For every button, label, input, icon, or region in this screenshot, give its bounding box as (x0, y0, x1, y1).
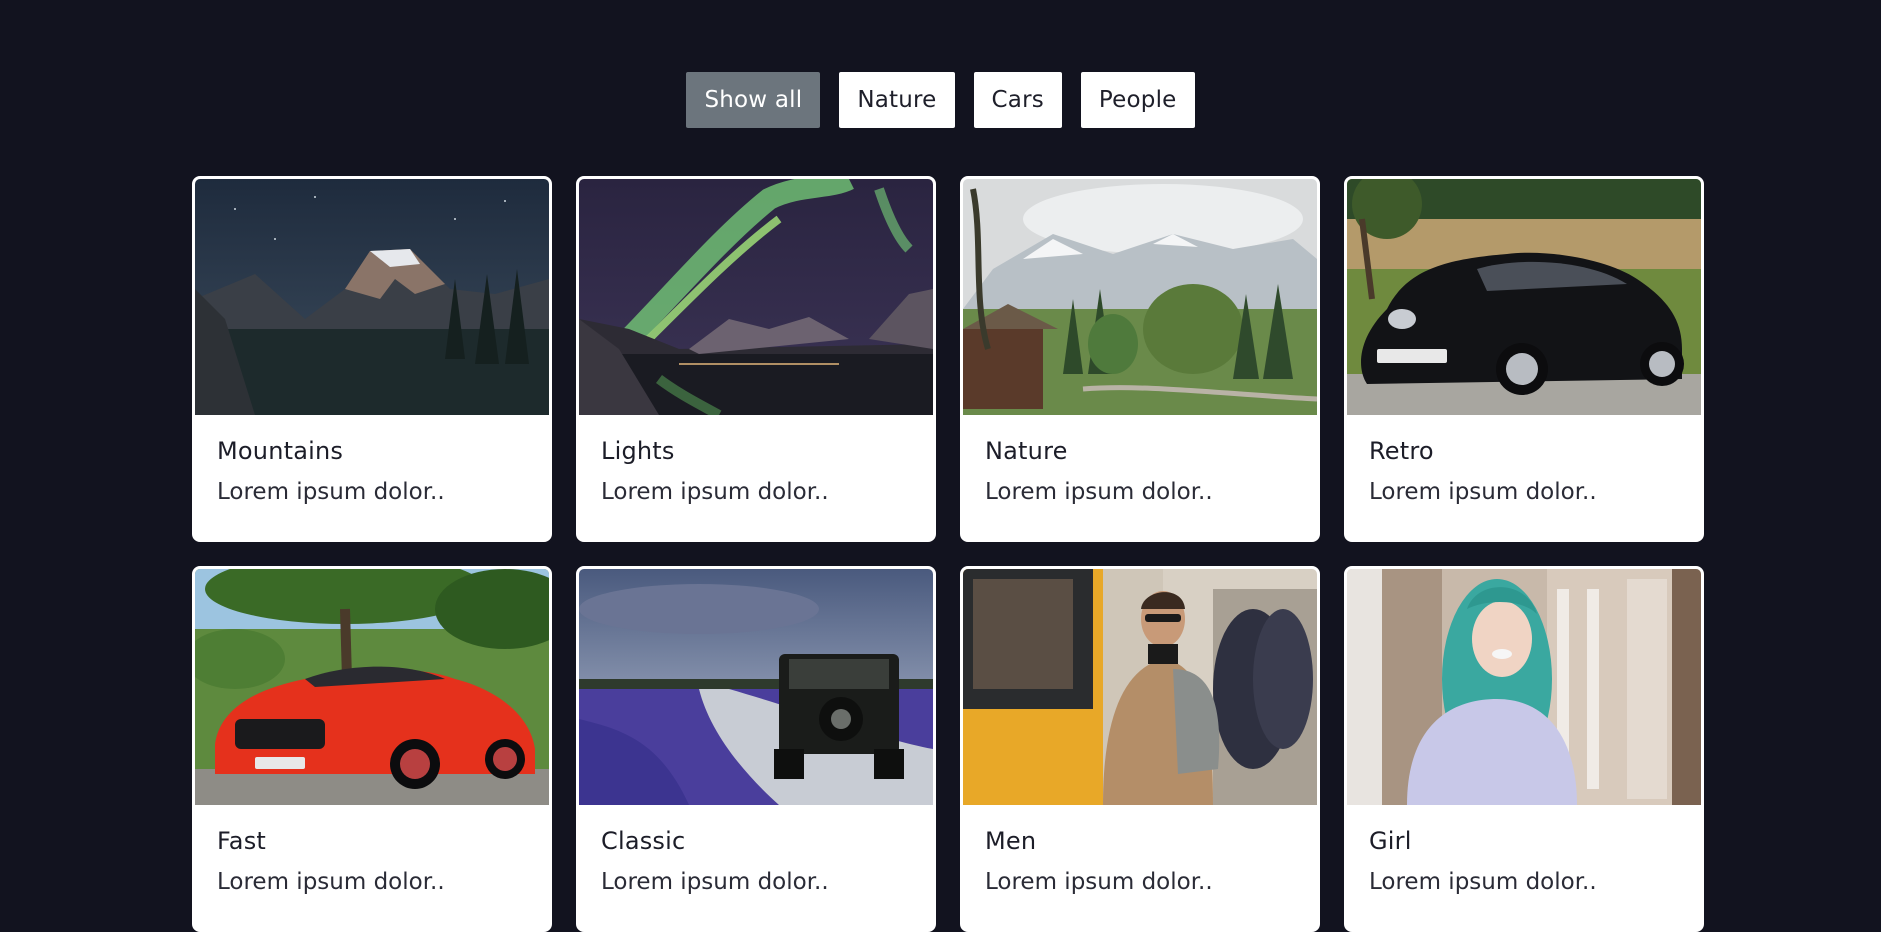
gallery-card[interactable]: Retro Lorem ipsum dolor.. (1344, 176, 1704, 542)
gallery-card[interactable]: Mountains Lorem ipsum dolor.. (192, 176, 552, 542)
gallery-card[interactable]: Classic Lorem ipsum dolor.. (576, 566, 936, 932)
mountain-photo (195, 179, 549, 415)
filter-people-button[interactable]: People (1080, 72, 1195, 128)
card-title: Nature (985, 437, 1068, 465)
card-text: Lorem ipsum dolor.. (985, 869, 1213, 895)
gallery-grid: Mountains Lorem ipsum dolor.. Lights Lor… (192, 176, 1704, 932)
filter-show-all-button[interactable]: Show all (686, 72, 821, 128)
red-sports-car-photo (195, 569, 549, 805)
girl-portrait-photo (1347, 569, 1701, 805)
filter-cars-button[interactable]: Cars (973, 72, 1062, 128)
card-title: Retro (1369, 437, 1434, 465)
gallery-card[interactable]: Fast Lorem ipsum dolor.. (192, 566, 552, 932)
filter-nature-button[interactable]: Nature (839, 72, 955, 128)
card-text: Lorem ipsum dolor.. (601, 479, 829, 505)
black-car-photo (1347, 179, 1701, 415)
card-text: Lorem ipsum dolor.. (985, 479, 1213, 505)
card-text: Lorem ipsum dolor.. (601, 869, 829, 895)
gallery-card[interactable]: Lights Lorem ipsum dolor.. (576, 176, 936, 542)
gallery-card[interactable]: Girl Lorem ipsum dolor.. (1344, 566, 1704, 932)
northern-lights-photo (579, 179, 933, 415)
gallery-card[interactable]: Men Lorem ipsum dolor.. (960, 566, 1320, 932)
card-title: Fast (217, 827, 267, 855)
card-title: Men (985, 827, 1037, 855)
alpine-landscape-photo (963, 179, 1317, 415)
card-title: Girl (1369, 827, 1412, 855)
card-title: Lights (601, 437, 675, 465)
card-text: Lorem ipsum dolor.. (1369, 479, 1597, 505)
offroad-jeep-photo (579, 569, 933, 805)
card-text: Lorem ipsum dolor.. (1369, 869, 1597, 895)
card-title: Mountains (217, 437, 344, 465)
man-at-train-photo (963, 569, 1317, 805)
card-text: Lorem ipsum dolor.. (217, 479, 445, 505)
card-title: Classic (601, 827, 686, 855)
gallery-card[interactable]: Nature Lorem ipsum dolor.. (960, 176, 1320, 542)
card-text: Lorem ipsum dolor.. (217, 869, 445, 895)
filter-bar: Show all Nature Cars People (0, 72, 1881, 128)
